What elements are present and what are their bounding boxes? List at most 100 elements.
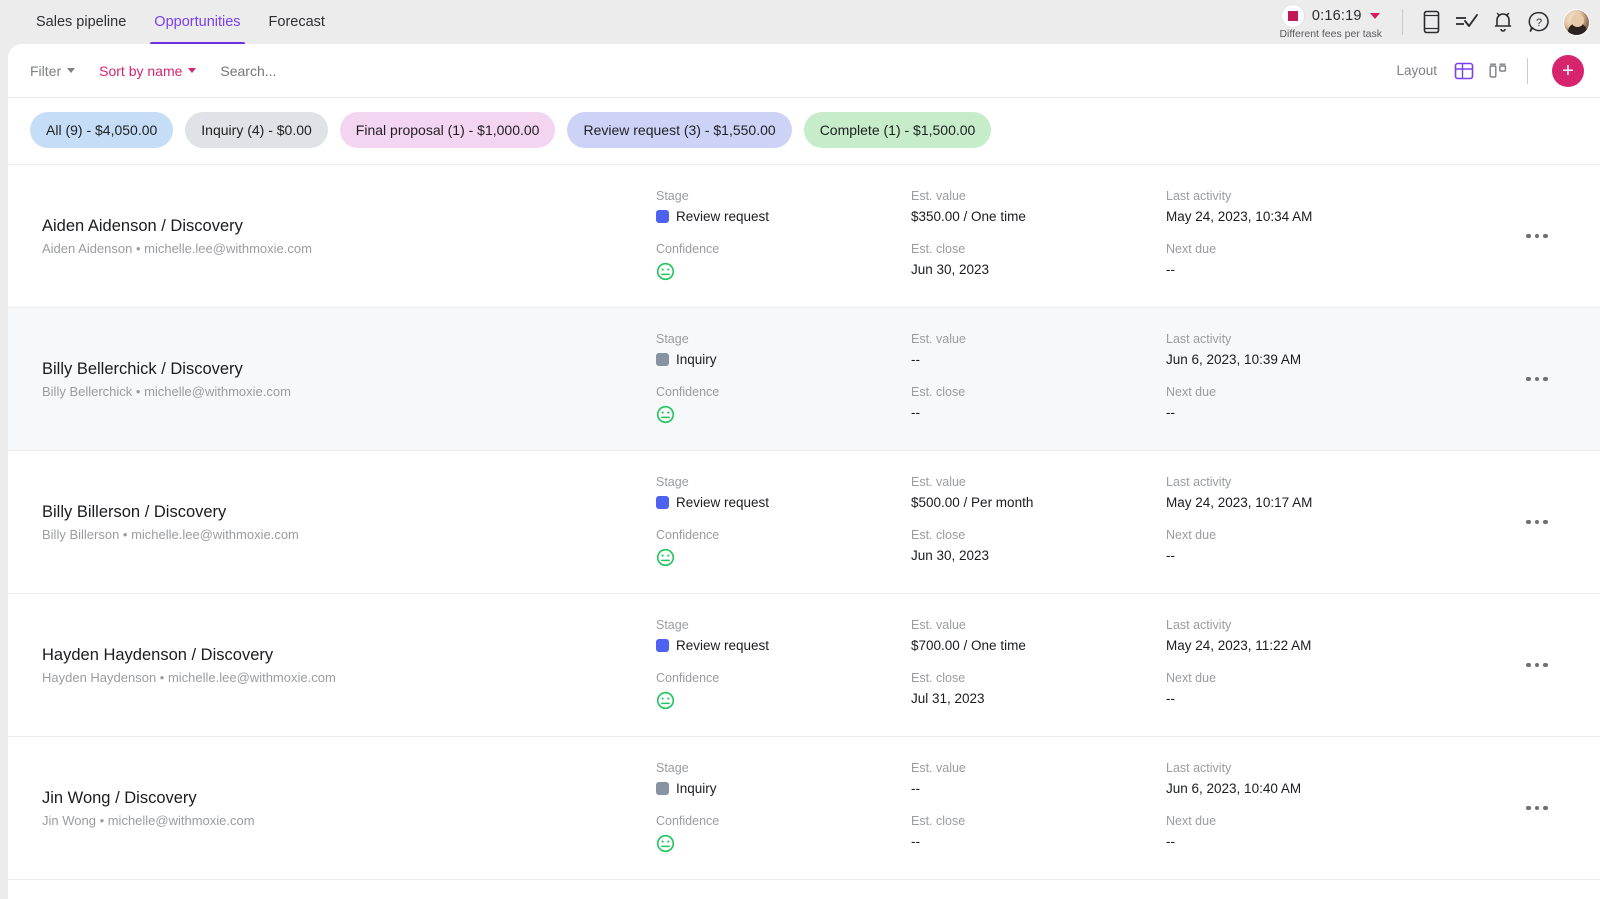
opportunity-name-cell[interactable]: Aiden Aidenson / Discovery Aiden Aidenson… <box>8 165 656 307</box>
table-row[interactable]: Jin Wong / Discovery Jin Wong • michelle@… <box>8 737 1600 880</box>
stage-chip[interactable]: Complete (1) - $1,500.00 <box>803 112 992 148</box>
add-opportunity-button[interactable]: + <box>1552 54 1584 87</box>
field: Confidence <box>656 242 911 281</box>
field: Last activity Jun 6, 2023, 10:40 AM <box>1166 761 1456 796</box>
field: Next due -- <box>1166 814 1456 849</box>
search-input[interactable] <box>220 62 481 79</box>
next-due-text: -- <box>1166 691 1175 706</box>
table-row[interactable]: Billy Bellerchick / Discovery Billy Belle… <box>8 308 1600 451</box>
tab-sales-pipeline[interactable]: Sales pipeline <box>22 0 140 44</box>
stage-color-swatch <box>656 353 669 366</box>
user-avatar[interactable] <box>1563 8 1590 36</box>
more-options-icon[interactable] <box>1526 805 1548 811</box>
field: Est. value -- <box>911 332 1166 367</box>
est-close-label: Est. close <box>911 814 966 828</box>
confidence-value <box>656 262 911 281</box>
divider <box>1402 9 1403 35</box>
more-options-icon[interactable] <box>1526 233 1548 239</box>
last-activity-text: Jun 6, 2023, 10:39 AM <box>1166 352 1302 367</box>
stage-chip[interactable]: Review request (3) - $1,550.00 <box>567 112 792 148</box>
confidence-label: Confidence <box>656 528 720 542</box>
stage-chip[interactable]: Inquiry (4) - $0.00 <box>185 112 328 148</box>
board-layout-icon[interactable] <box>1483 56 1513 86</box>
tab-forecast[interactable]: Forecast <box>255 0 339 44</box>
est-close-text: -- <box>911 834 920 849</box>
stop-square-icon[interactable] <box>1281 4 1304 27</box>
table-layout-icon[interactable] <box>1449 56 1479 86</box>
field: Est. value $700.00 / One time <box>911 618 1166 653</box>
stage-chip[interactable]: Final proposal (1) - $1,000.00 <box>339 112 556 148</box>
divider <box>1527 57 1528 84</box>
next-due-text: -- <box>1166 834 1175 849</box>
confidence-label: Confidence <box>656 671 720 685</box>
mobile-device-icon[interactable] <box>1413 4 1449 40</box>
chevron-down-icon[interactable] <box>1369 12 1380 19</box>
table-row[interactable]: Billy Billerson / Discovery Billy Billers… <box>8 451 1600 594</box>
notifications-bell-icon[interactable] <box>1485 4 1521 40</box>
active-timer[interactable]: 0:16:19 Different fees per task <box>1269 4 1392 40</box>
stage-chip[interactable]: All (9) - $4,050.00 <box>30 112 174 148</box>
field: Stage Review request <box>656 475 911 510</box>
table-row[interactable]: Hayden Haydenson / Discovery Hayden Hayde… <box>8 594 1600 737</box>
last-activity-value: May 24, 2023, 11:22 AM <box>1166 638 1456 653</box>
est-value-value: -- <box>911 352 1166 367</box>
help-question-icon[interactable]: ? <box>1521 4 1557 40</box>
more-options-icon[interactable] <box>1526 519 1548 525</box>
est-value-label: Est. value <box>911 475 966 489</box>
activity-cell: Last activity May 24, 2023, 10:34 AM Next … <box>1166 165 1456 307</box>
field: Est. close Jun 30, 2023 <box>911 242 1166 277</box>
est-close-label: Est. close <box>911 671 966 685</box>
layout-controls: Layout + <box>1396 54 1584 87</box>
field: Last activity May 24, 2023, 11:22 AM <box>1166 618 1456 653</box>
next-due-value: -- <box>1166 262 1456 277</box>
next-due-value: -- <box>1166 691 1456 706</box>
field: Confidence <box>656 385 911 424</box>
est-value-value: $350.00 / One time <box>911 209 1166 224</box>
value-cell: Est. value $350.00 / One time Est. close Ju… <box>911 165 1166 307</box>
field: Next due -- <box>1166 242 1456 277</box>
value-cell: Est. value -- Est. close -- <box>911 737 1166 879</box>
neutral-face-icon <box>656 548 675 567</box>
opportunities-page: Sales pipeline Opportunities Forecast 0:16… <box>0 0 1600 899</box>
opportunity-title: Billy Bellerchick / Discovery <box>42 359 243 378</box>
opportunity-name-cell[interactable]: Billy Billerson / Discovery Billy Billers… <box>8 451 656 593</box>
field: Est. close -- <box>911 814 1166 849</box>
confidence-value <box>656 834 911 853</box>
next-due-text: -- <box>1166 405 1175 420</box>
neutral-face-icon <box>656 834 675 853</box>
neutral-face-icon <box>656 262 675 281</box>
last-activity-label: Last activity <box>1166 618 1232 632</box>
stage-label: Stage <box>656 761 689 775</box>
opportunity-title: Aiden Aidenson / Discovery <box>42 216 243 235</box>
field: Confidence <box>656 528 911 567</box>
more-options-icon[interactable] <box>1526 662 1548 668</box>
opportunity-name-cell[interactable]: Hayden Haydenson / Discovery Hayden Hayde… <box>8 594 656 736</box>
tab-opportunities[interactable]: Opportunities <box>140 0 254 44</box>
last-activity-text: Jun 6, 2023, 10:40 AM <box>1166 781 1302 796</box>
tasks-checklist-icon[interactable] <box>1449 4 1485 40</box>
est-close-value: Jun 30, 2023 <box>911 262 1166 277</box>
sort-button[interactable]: Sort by name <box>99 63 197 79</box>
opportunity-contact: Jin Wong • michelle@withmoxie.com <box>42 812 255 828</box>
top-bar-right: 0:16:19 Different fees per task ? <box>1269 0 1600 44</box>
est-value-text: $500.00 / Per month <box>911 495 1034 510</box>
est-close-text: Jun 30, 2023 <box>911 548 990 563</box>
field: Next due -- <box>1166 671 1456 706</box>
est-value-text: -- <box>911 352 920 367</box>
opportunity-title: Billy Billerson / Discovery <box>42 502 227 521</box>
filter-button[interactable]: Filter <box>30 63 76 79</box>
opportunity-contact: Billy Bellerchick • michelle@withmoxie.c… <box>42 383 291 399</box>
opportunity-name-cell[interactable]: Billy Bellerchick / Discovery Billy Belle… <box>8 308 656 450</box>
more-options-icon[interactable] <box>1526 376 1548 382</box>
opportunity-name-cell[interactable]: Jin Wong / Discovery Jin Wong • michelle@… <box>8 737 656 879</box>
field: Last activity May 24, 2023, 10:17 AM <box>1166 475 1456 510</box>
est-close-label: Est. close <box>911 242 966 256</box>
est-close-text: Jul 31, 2023 <box>911 691 985 706</box>
stage-name: Inquiry <box>676 352 717 367</box>
row-actions <box>1456 308 1600 450</box>
est-value-value: $700.00 / One time <box>911 638 1166 653</box>
opportunity-title: Jin Wong / Discovery <box>42 788 197 807</box>
field: Stage Inquiry <box>656 761 911 796</box>
table-row[interactable]: Aiden Aidenson / Discovery Aiden Aidenson… <box>8 165 1600 308</box>
stage-label: Stage <box>656 618 689 632</box>
